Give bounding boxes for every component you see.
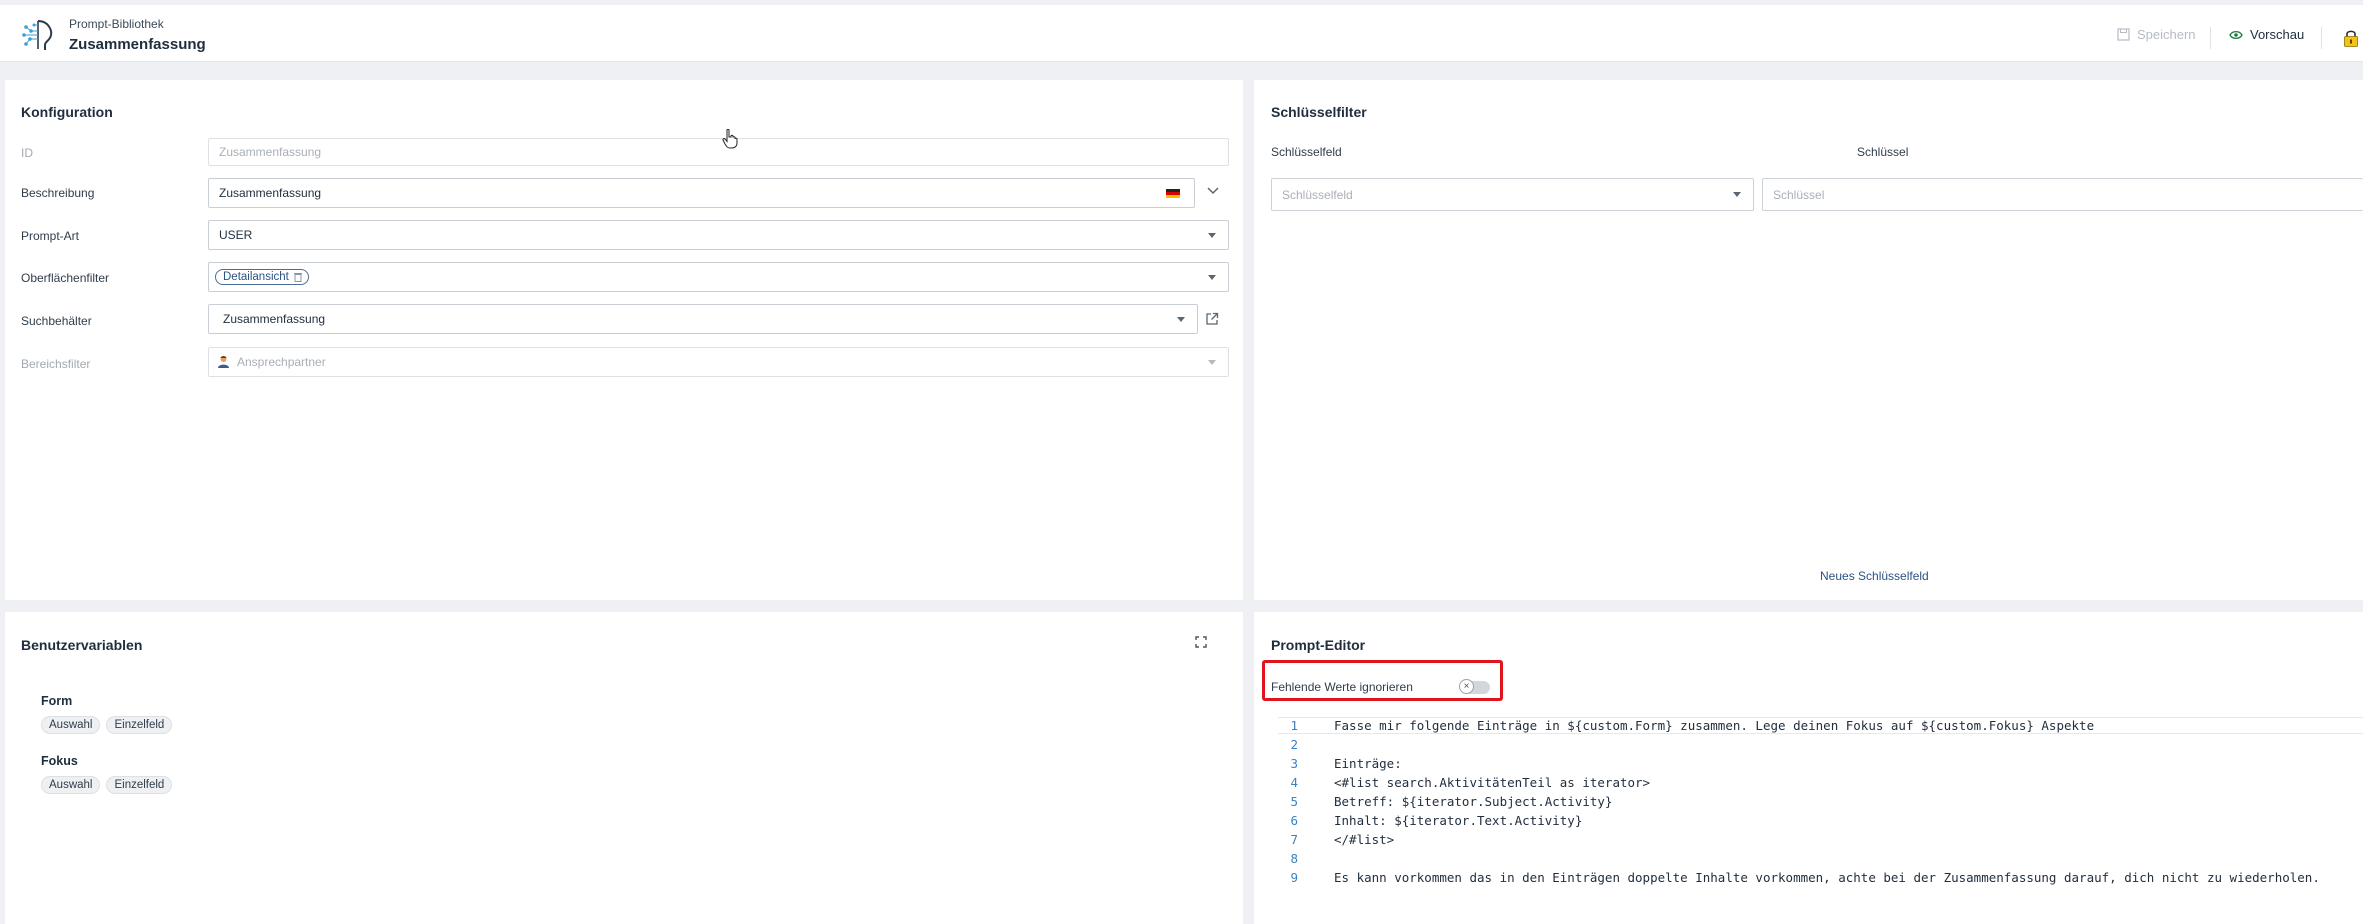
description-label: Beschreibung [21, 186, 95, 200]
id-field[interactable]: Zusammenfassung [208, 138, 1229, 166]
caret-down-icon [1208, 233, 1216, 238]
variable-tags: Auswahl Einzelfeld [41, 716, 173, 734]
save-icon [2117, 28, 2130, 41]
ignore-missing-label: Fehlende Werte ignorieren [1271, 680, 1413, 694]
keyfield-column-label: Schlüsselfeld [1271, 145, 1342, 159]
caret-down-icon [1733, 192, 1741, 197]
code-line: <#list search.AktivitätenTeil as iterato… [1334, 775, 1651, 790]
prompt-type-value: USER [219, 228, 253, 242]
new-keyfield-link[interactable]: Neues Schlüsselfeld [1820, 569, 1929, 583]
user-variables-panel: Benutzervariablen Form Auswahl Einzelfel… [5, 612, 1243, 924]
line-number: 1 [1290, 718, 1298, 733]
id-placeholder: Zusammenfassung [219, 145, 322, 159]
code-line: Betreff: ${iterator.Subject.Activity} [1334, 794, 1613, 809]
prompt-editor-panel: Prompt-Editor Fehlende Werte ignorieren … [1254, 612, 2363, 924]
german-flag-icon[interactable] [1166, 189, 1180, 198]
area-filter-label: Bereichsfilter [21, 357, 91, 371]
prompt-type-label: Prompt-Art [21, 229, 80, 243]
line-number: 9 [1290, 870, 1298, 885]
header-divider [2321, 27, 2322, 49]
search-container-label: Suchbehälter [21, 314, 92, 328]
person-icon [218, 356, 229, 368]
ignore-missing-toggle[interactable]: × [1459, 679, 1490, 694]
line-number: 7 [1290, 832, 1298, 847]
line-number: 2 [1290, 737, 1298, 752]
close-icon: × [1459, 679, 1474, 694]
area-filter-select[interactable]: Ansprechpartner [208, 347, 1229, 377]
prompt-type-select[interactable]: USER [208, 220, 1229, 250]
key-input[interactable]: Schlüssel [1762, 178, 2363, 211]
variable-name: Form [41, 694, 73, 708]
id-label: ID [21, 146, 33, 160]
variable-name: Fokus [41, 754, 78, 768]
save-button[interactable]: Speichern [2117, 27, 2196, 42]
key-filter-title: Schlüsselfilter [1271, 104, 1367, 120]
prompt-editor-title: Prompt-Editor [1271, 637, 1366, 653]
eye-icon [2229, 30, 2243, 39]
caret-down-icon [1208, 275, 1216, 280]
search-container-select[interactable]: Zusammenfassung [208, 304, 1198, 334]
breadcrumb[interactable]: Prompt-Bibliothek [69, 17, 164, 31]
code-line: Inhalt: ${iterator.Text.Activity} [1334, 813, 1583, 828]
trash-icon[interactable] [293, 272, 302, 282]
description-value: Zusammenfassung [219, 186, 322, 200]
code-line: Es kann vorkommen das in den Einträgen d… [1334, 870, 2320, 885]
code-line: Einträge: [1334, 756, 1402, 771]
variable-tag: Einzelfeld [106, 776, 173, 794]
key-filter-panel: Schlüsselfilter Schlüsselfeld Schlüssel … [1254, 80, 2363, 600]
prompt-logo-icon [22, 20, 53, 50]
save-label: Speichern [2137, 27, 2196, 42]
caret-down-icon [1208, 360, 1216, 365]
user-variables-title: Benutzervariablen [21, 637, 143, 653]
surface-filter-label: Oberflächenfilter [21, 271, 110, 285]
line-number: 4 [1290, 775, 1298, 790]
code-editor[interactable]: 1 Fasse mir folgende Einträge in ${custo… [1278, 708, 2363, 908]
keyfield-select[interactable]: Schlüsselfeld [1271, 178, 1754, 211]
variable-tag: Einzelfeld [106, 716, 173, 734]
header-divider [2210, 27, 2211, 49]
app-header: Prompt-Bibliothek Zusammenfassung Speich… [0, 5, 2363, 62]
variable-tags: Auswahl Einzelfeld [41, 776, 173, 794]
search-container-value: Zusammenfassung [223, 312, 326, 326]
configuration-title: Konfiguration [21, 104, 113, 120]
code-line: </#list> [1334, 832, 1395, 847]
area-filter-placeholder: Ansprechpartner [237, 355, 326, 369]
caret-down-icon [1177, 317, 1185, 322]
variable-tag: Auswahl [41, 716, 101, 734]
line-number: 6 [1290, 813, 1298, 828]
surface-filter-select[interactable]: Detailansicht [208, 262, 1229, 292]
surface-filter-chip[interactable]: Detailansicht [215, 269, 309, 285]
preview-label: Vorschau [2250, 27, 2305, 42]
preview-button[interactable]: Vorschau [2229, 27, 2304, 42]
open-external-icon[interactable] [1205, 312, 1219, 326]
keyfield-placeholder: Schlüsselfeld [1282, 187, 1353, 202]
chevron-down-icon[interactable] [1207, 187, 1219, 195]
line-number: 8 [1290, 851, 1298, 866]
hand-cursor-icon [722, 129, 738, 149]
configuration-panel: Konfiguration ID Zusammenfassung Beschre… [5, 80, 1243, 600]
variable-tag: Auswahl [41, 776, 101, 794]
line-number: 3 [1290, 756, 1298, 771]
chip-label: Detailansicht [223, 271, 289, 283]
fullscreen-icon[interactable] [1195, 636, 1207, 648]
line-number: 5 [1290, 794, 1298, 809]
page-title: Zusammenfassung [69, 36, 206, 53]
key-placeholder: Schlüssel [1773, 187, 1825, 202]
lock-icon[interactable] [2343, 29, 2359, 47]
code-line: Fasse mir folgende Einträge in ${custom.… [1334, 718, 2095, 733]
key-column-label: Schlüssel [1857, 145, 1909, 159]
description-field[interactable]: Zusammenfassung [208, 178, 1195, 208]
